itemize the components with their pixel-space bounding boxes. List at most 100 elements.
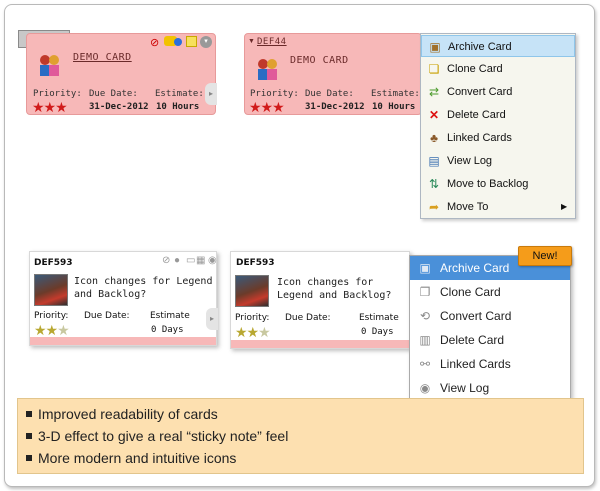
card-title: Icon changes for Legend and Backlog? xyxy=(277,277,392,301)
priority-label: Priority: xyxy=(33,89,82,99)
menu-item-linked-cards[interactable]: ⚯ Linked Cards xyxy=(410,352,570,376)
estimate-value: 0 Days xyxy=(151,325,184,335)
menu-item-convert-card[interactable]: ⟲ Convert Card xyxy=(410,304,570,328)
avatar xyxy=(235,275,269,307)
menu-item-label: Clone Card xyxy=(440,285,501,299)
menu-item-view-log[interactable]: ▤ View Log xyxy=(421,150,575,172)
menu-item-label: Move to Backlog xyxy=(447,178,529,190)
priority-stars: ★★★ xyxy=(235,324,271,340)
note-text: More modern and intuitive icons xyxy=(38,450,237,466)
delete-icon: ▥ xyxy=(419,333,431,347)
share-icon[interactable] xyxy=(174,38,182,46)
menu-item-move-to[interactable]: ➦ Move To ▶ xyxy=(421,196,575,218)
menu-item-label: Convert Card xyxy=(447,86,513,98)
note-item: Improved readability of cards xyxy=(26,406,218,422)
chevron-down-icon[interactable]: ▼ xyxy=(248,38,255,45)
avatar xyxy=(34,274,68,306)
card-id[interactable]: DEF593 xyxy=(236,258,275,268)
menu-item-label: Archive Card xyxy=(448,41,512,53)
menu-item-label: Linked Cards xyxy=(447,132,512,144)
clone-icon: ❏ xyxy=(428,62,440,76)
menu-item-delete-card[interactable]: ▥ Delete Card xyxy=(410,328,570,352)
card-title: DEMO CARD xyxy=(290,55,349,66)
avatar-icon xyxy=(37,52,59,76)
priority-label: Priority: xyxy=(235,313,270,323)
bullet-icon xyxy=(26,433,32,440)
convert-icon: ⟲ xyxy=(419,309,431,323)
estimate-label: Estimate xyxy=(150,311,190,321)
due-date-value: 31-Dec-2012 xyxy=(305,102,365,112)
due-date-label: Due Date: xyxy=(305,89,354,99)
menu-item-archive-card[interactable]: ▣ Archive Card xyxy=(421,35,575,57)
estimate-label: Estimate: xyxy=(371,89,420,99)
clone-icon: ❐ xyxy=(419,285,431,299)
menu-item-label: View Log xyxy=(440,381,490,395)
avatar-icon xyxy=(255,56,277,80)
menu-icon[interactable]: ▾ xyxy=(200,36,212,48)
note-item: More modern and intuitive icons xyxy=(26,450,236,466)
card-id[interactable]: DEF44 xyxy=(257,37,287,47)
expand-arrow-icon[interactable]: ▸ xyxy=(206,308,218,330)
menu-item-clone-card[interactable]: ❐ Clone Card xyxy=(410,280,570,304)
menu-item-view-log[interactable]: ◉ View Log xyxy=(410,376,570,400)
priority-label: Priority: xyxy=(250,89,299,99)
edit-icon[interactable]: ▭ xyxy=(186,255,195,266)
menu-item-label: Convert Card xyxy=(440,309,512,323)
menu-icon[interactable]: ◉ xyxy=(208,255,217,266)
estimate-value: 10 Hours xyxy=(156,102,200,112)
new-badge: New! xyxy=(518,246,572,266)
menu-item-label: Clone Card xyxy=(447,63,503,75)
menu-item-label: Delete Card xyxy=(440,333,505,347)
note-item: 3-D effect to give a real “sticky note” … xyxy=(26,428,288,444)
priority-label: Priority: xyxy=(34,311,69,321)
menu-item-label: View Log xyxy=(447,155,493,167)
card-title: Icon changes for Legend and Backlog? xyxy=(74,276,213,300)
eye-icon: ◉ xyxy=(419,381,431,395)
old-card-with-menu[interactable]: ▼ DEF44 DEMO CARD Priority: Due Date: Es… xyxy=(244,33,422,115)
edit-icon[interactable] xyxy=(186,36,197,47)
card-action-icons: ⊘ ▾ xyxy=(150,36,216,50)
menu-item-label: Delete Card xyxy=(447,109,506,121)
bullet-icon xyxy=(26,411,32,418)
linked-icon: ⚯ xyxy=(419,357,431,371)
card-action-icons: ⊘ ● ▭ ▦ ◉ xyxy=(162,255,218,267)
due-date-label: Due Date: xyxy=(285,313,331,323)
improvements-notes: Improved readability of cards 3-D effect… xyxy=(17,398,584,474)
linked-icon: ♣ xyxy=(430,131,438,145)
log-icon: ▤ xyxy=(428,154,440,168)
backlog-icon: ⇅ xyxy=(428,177,440,191)
note-text: 3-D effect to give a real “sticky note” … xyxy=(38,428,289,444)
menu-item-move-to-backlog[interactable]: ⇅ Move to Backlog xyxy=(421,173,575,195)
new-card-with-menu[interactable]: DEF593 Icon changes for Legend and Backl… xyxy=(230,251,410,349)
due-date-label: Due Date: xyxy=(89,89,138,99)
note-text: Improved readability of cards xyxy=(38,406,218,422)
old-card[interactable]: ⊘ ▾ DEMO CARD Priority: Due Date: Estima… xyxy=(26,33,217,115)
menu-item-label: Archive Card xyxy=(440,261,510,275)
card-title[interactable]: DEMO CARD xyxy=(73,52,132,63)
priority-stars: ★★★ xyxy=(249,99,285,115)
bullet-icon xyxy=(26,455,32,462)
delete-icon: ✕ xyxy=(428,108,440,122)
calendar-icon[interactable]: ▦ xyxy=(196,255,205,266)
menu-item-linked-cards[interactable]: ♣ Linked Cards xyxy=(421,127,575,149)
archive-icon: ▣ xyxy=(429,40,441,54)
new-context-menu: ▣ Archive Card ❐ Clone Card ⟲ Convert Ca… xyxy=(409,255,571,399)
expand-arrow-icon[interactable]: ▸ xyxy=(205,83,217,105)
estimate-label: Estimate xyxy=(359,313,399,323)
menu-item-clone-card[interactable]: ❏ Clone Card xyxy=(421,58,575,80)
move-icon: ➦ xyxy=(428,200,440,214)
menu-item-delete-card[interactable]: ✕ Delete Card xyxy=(421,104,575,126)
menu-item-label: Linked Cards xyxy=(440,357,511,371)
card-id[interactable]: DEF593 xyxy=(34,258,73,268)
menu-item-convert-card[interactable]: ⇄ Convert Card xyxy=(421,81,575,103)
estimate-value: 10 Hours xyxy=(372,102,416,112)
due-date-value: 31-Dec-2012 xyxy=(89,102,149,112)
estimate-value: 0 Days xyxy=(361,327,394,337)
block-icon[interactable]: ⊘ xyxy=(162,255,170,266)
convert-icon: ⇄ xyxy=(428,85,440,99)
old-context-menu: ▣ Archive Card ❏ Clone Card ⇄ Convert Ca… xyxy=(420,33,576,219)
new-card[interactable]: DEF593 ⊘ ● ▭ ▦ ◉ Icon changes for Legend… xyxy=(29,251,218,346)
estimate-label: Estimate: xyxy=(155,89,204,99)
comment-icon[interactable]: ● xyxy=(174,255,180,266)
block-icon[interactable]: ⊘ xyxy=(150,36,159,49)
